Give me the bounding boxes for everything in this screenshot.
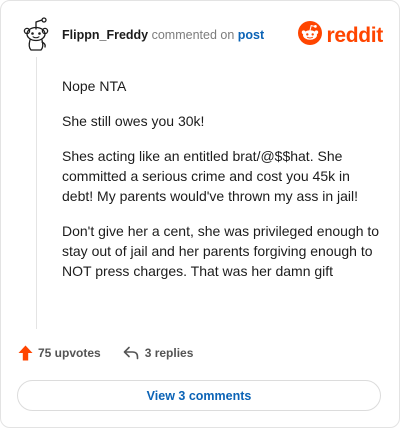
comment-card: Flippn_Freddy commented on post reddit N…	[0, 0, 400, 428]
view-comments-button[interactable]: View 3 comments	[17, 380, 381, 411]
reply-count: 3 replies	[144, 346, 194, 360]
snoo-outline-icon[interactable]	[19, 16, 53, 52]
upvote-button[interactable]: 75 upvotes	[18, 345, 101, 361]
reddit-wordmark: reddit	[326, 23, 383, 47]
comment-paragraph: Nope NTA	[62, 78, 127, 94]
username-link[interactable]: Flippn_Freddy	[62, 28, 148, 42]
reddit-alien-icon	[298, 21, 323, 50]
comment-actions: 75 upvotes 3 replies	[18, 345, 193, 361]
comment-paragraph: She still owes you 30k!	[62, 113, 205, 129]
post-link[interactable]: post	[238, 28, 264, 42]
comment-body: Nope NTA She still owes you 30k! Shes ac…	[62, 76, 380, 296]
comment-action-text: commented on	[151, 28, 235, 42]
comment-paragraph: Shes acting like an entitled brat/@$$hat…	[62, 148, 359, 204]
comment-header: Flippn_Freddy commented on post	[62, 27, 264, 43]
reply-arrow-icon	[123, 346, 139, 360]
upvote-count: 75 upvotes	[38, 346, 101, 360]
replies-button[interactable]: 3 replies	[123, 346, 194, 360]
thread-line	[36, 57, 37, 329]
upvote-arrow-icon	[18, 345, 33, 361]
reddit-logo[interactable]: reddit	[298, 21, 383, 50]
comment-paragraph: Don't give her a cent, she was privilege…	[62, 223, 380, 279]
